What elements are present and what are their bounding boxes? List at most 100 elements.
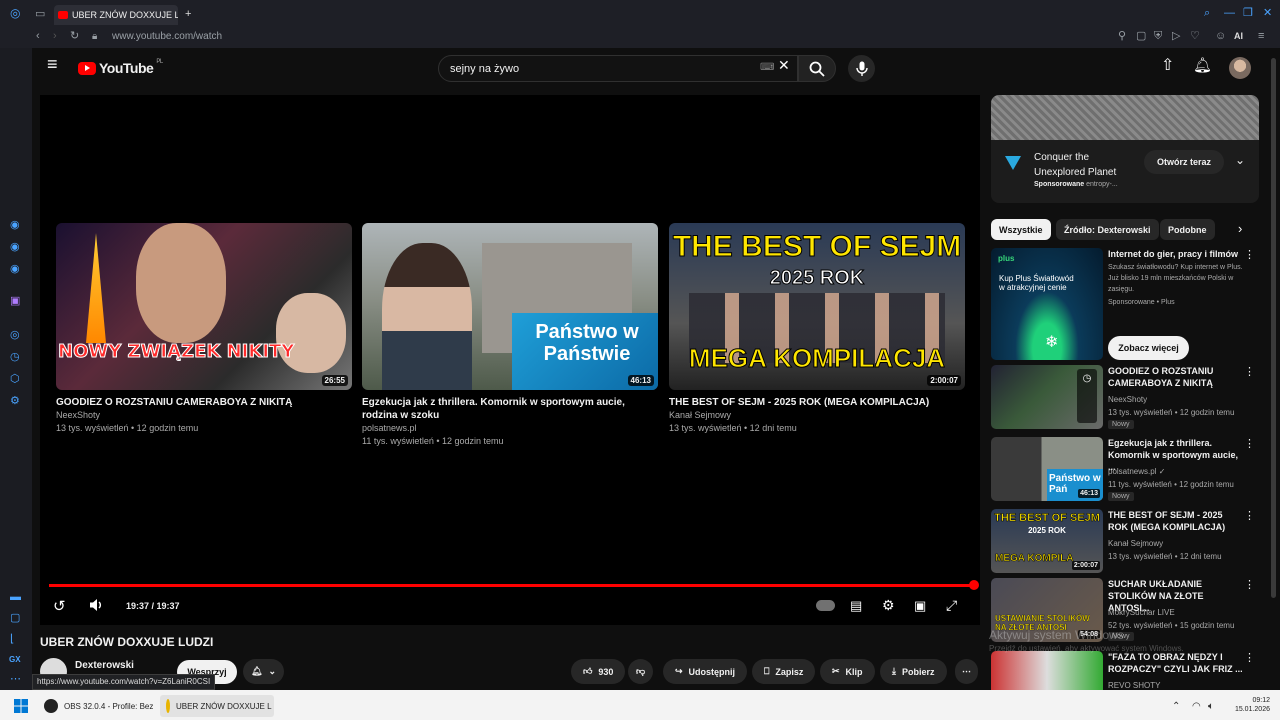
keyboard-icon[interactable]: ⌨ xyxy=(760,62,774,73)
snapshot-icon[interactable]: ▢ xyxy=(1136,31,1146,42)
more-vertical-icon[interactable]: ⋮ xyxy=(1244,248,1255,261)
progress-bar[interactable] xyxy=(49,584,975,587)
clip-button[interactable]: ✂ Klip xyxy=(820,659,875,684)
end-card-thumbnail[interactable]: Państwo w Państwie 46:13 xyxy=(362,223,658,390)
rec-thumbnail[interactable]: Państwo w Pań 46:13 xyxy=(991,437,1103,501)
rec-channel[interactable]: Kanał Sejmowy xyxy=(1108,537,1248,550)
search-icon[interactable]: ⌕ xyxy=(1204,8,1210,19)
rec-title[interactable]: GOODIEZ O ROZSTANIU CAMERABOYA Z NIKITĄ xyxy=(1108,365,1244,389)
user-avatar[interactable] xyxy=(1229,57,1251,79)
recommendation-item[interactable]: Państwo w Pań 46:13 Egzekucja jak z thri… xyxy=(991,437,1259,503)
reload-icon[interactable]: ↻ xyxy=(70,31,79,42)
start-button[interactable] xyxy=(8,695,34,717)
taskbar-clock[interactable]: 09:12 15.01.2026 xyxy=(1226,696,1270,714)
sidebar-box-icon[interactable]: ▢ xyxy=(10,613,20,624)
save-button[interactable]: ⎕ Zapisz xyxy=(752,659,816,684)
subtitles-icon[interactable]: ▤ xyxy=(850,598,862,614)
rec-thumbnail[interactable]: THE BEST OF SEJM 2025 ROK MEGA KOMPILA 2… xyxy=(991,509,1103,573)
end-card-2[interactable]: Państwo w Państwie 46:13 Egzekucja jak z… xyxy=(362,223,658,448)
tab-active[interactable]: UBER ZNÓW DOXXUJE LU xyxy=(54,5,178,25)
notification-bell-button[interactable]: 🔔︎ ⌄ xyxy=(243,659,284,684)
browser-logo-icon[interactable]: ◎ xyxy=(10,7,20,19)
more-actions-button[interactable]: ⋯ xyxy=(955,659,978,684)
search-input[interactable]: sejny na żywo xyxy=(438,55,798,82)
see-more-button[interactable]: Zobacz więcej xyxy=(1108,336,1189,360)
end-card-1[interactable]: NOWY ZWIĄZEK NIKITY 26:55 GOODIEZ O ROZS… xyxy=(56,223,352,435)
voice-search-button[interactable] xyxy=(848,55,875,82)
fullscreen-icon[interactable]: ⤢ xyxy=(946,597,957,614)
youtube-logo[interactable]: YouTube PL xyxy=(78,59,163,76)
channel-name[interactable]: Dexterowski xyxy=(75,660,134,671)
end-card-title[interactable]: THE BEST OF SEJM - 2025 ROK (MEGA KOMPIL… xyxy=(669,396,965,409)
chip-source[interactable]: Źródło: Dexterowski xyxy=(1056,219,1159,240)
heart-icon[interactable]: ♡ xyxy=(1190,31,1200,42)
workspaces-icon[interactable]: ▭ xyxy=(35,9,45,20)
play-icon[interactable]: ▷ xyxy=(1172,31,1180,42)
sidebar-history-icon[interactable]: ◷ xyxy=(10,352,20,363)
taskbar-obs[interactable]: OBS 32.0.4 - Profile: Bez xyxy=(38,695,159,717)
rec-title[interactable]: Internet do gier, pracy i filmów xyxy=(1108,248,1244,260)
rec-channel[interactable]: NeexShoty xyxy=(1108,393,1248,406)
more-vertical-icon[interactable]: ⋮ xyxy=(1244,578,1255,591)
sidebar-whatsapp-icon[interactable]: ◉ xyxy=(10,242,20,253)
sidebar-player-icon[interactable]: ◎ xyxy=(10,330,20,341)
rec-thumbnail[interactable]: plus Kup Plus Światłowód w atrakcyjnej c… xyxy=(991,248,1103,360)
more-vertical-icon[interactable]: ⋮ xyxy=(1244,509,1255,522)
rec-channel[interactable]: polsatnews.pl ✓ xyxy=(1108,465,1248,478)
ad-card[interactable]: Conquer the Unexplored Planet Sponsorowa… xyxy=(991,140,1259,203)
speaker-icon[interactable]: 🔈︎ xyxy=(1202,695,1220,717)
replay-icon[interactable]: ↺ xyxy=(53,597,66,615)
chip-similar[interactable]: Podobne xyxy=(1160,219,1215,240)
page-scrollbar[interactable] xyxy=(1271,58,1276,598)
rec-title[interactable]: "FAZA TO OBRAZ NĘDZY I ROZPACZY" CZYLI J… xyxy=(1108,651,1244,675)
end-card-title[interactable]: GOODIEZ O ROZSTANIU CAMERABOYA Z NIKITĄ xyxy=(56,396,352,409)
ad-cta-button[interactable]: Otwórz teraz xyxy=(1144,150,1224,174)
share-button[interactable]: ↪ Udostępnij xyxy=(663,659,748,684)
notifications-bell-icon[interactable]: 🔔︎ xyxy=(1193,58,1212,73)
clear-search-icon[interactable]: ✕ xyxy=(778,58,790,72)
more-vertical-icon[interactable]: ⋮ xyxy=(1244,437,1255,450)
more-vertical-icon[interactable]: ⋮ xyxy=(1244,365,1255,378)
watch-later-icon[interactable]: ◷ xyxy=(1077,369,1097,423)
sidebar-settings-icon[interactable]: ⚙ xyxy=(10,396,20,407)
upload-icon[interactable]: ⇧ xyxy=(1161,58,1174,74)
url-field[interactable]: www.youtube.com/watch xyxy=(112,31,222,42)
forward-icon[interactable]: › xyxy=(53,31,57,42)
rec-title[interactable]: THE BEST OF SEJM - 2025 ROK (MEGA KOMPIL… xyxy=(1108,509,1244,533)
end-card-channel[interactable]: Kanał Sejmowy xyxy=(669,409,965,422)
rec-channel[interactable]: REVO SHOTY xyxy=(1108,679,1248,690)
chip-all[interactable]: Wszystkie xyxy=(991,219,1051,240)
rec-thumbnail[interactable]: ◷ xyxy=(991,365,1103,429)
rec-thumbnail[interactable] xyxy=(991,651,1103,690)
settings-gear-icon[interactable]: ⚙ xyxy=(882,597,895,614)
maximize-icon[interactable]: ❐ xyxy=(1243,8,1253,19)
pin-icon[interactable]: ⚲ xyxy=(1118,31,1126,42)
minimize-icon[interactable]: — xyxy=(1224,8,1235,19)
back-icon[interactable]: ‹ xyxy=(36,31,40,42)
sidebar-telegram-icon[interactable]: ◉ xyxy=(10,264,20,275)
sidebar-wallet-icon[interactable]: ▬ xyxy=(10,592,21,603)
like-button[interactable]: 👍︎ 930 xyxy=(571,659,626,684)
end-card-channel[interactable]: polsatnews.pl xyxy=(362,422,658,435)
search-button[interactable] xyxy=(798,55,836,82)
ad-title[interactable]: Conquer the Unexplored Planet xyxy=(1034,150,1129,180)
sidebar-layout-icon[interactable]: ⌊ xyxy=(10,634,14,645)
end-card-channel[interactable]: NeexShoty xyxy=(56,409,352,422)
sidebar-twitch-icon[interactable]: ▣ xyxy=(10,296,20,307)
tray-chevron-icon[interactable]: ⌃ xyxy=(1166,695,1186,717)
taskbar-browser[interactable]: UBER ZNÓW DOXXUJE L xyxy=(160,695,274,717)
shield-icon[interactable]: ⛨ xyxy=(1154,31,1162,42)
end-card-title[interactable]: Egzekucja jak z thrillera. Komornik w sp… xyxy=(362,396,658,422)
sidebar-cube-icon[interactable]: ⬡ xyxy=(10,374,20,385)
sidebar-more-icon[interactable]: ⋯ xyxy=(10,674,21,685)
dislike-button[interactable]: 👎︎ xyxy=(628,659,654,684)
miniplayer-icon[interactable]: ▣ xyxy=(914,598,926,614)
ad-banner-image[interactable] xyxy=(991,95,1259,140)
end-card-3[interactable]: THE BEST OF SEJM 2025 ROK MEGA KOMPILACJ… xyxy=(669,223,965,435)
autoplay-toggle[interactable] xyxy=(816,600,835,611)
ai-button[interactable]: AI xyxy=(1234,31,1243,42)
new-tab-icon[interactable]: + xyxy=(185,9,191,20)
recommendation-item[interactable]: THE BEST OF SEJM 2025 ROK MEGA KOMPILA 2… xyxy=(991,509,1259,575)
end-card-thumbnail[interactable]: NOWY ZWIĄZEK NIKITY 26:55 xyxy=(56,223,352,390)
volume-button[interactable] xyxy=(89,598,104,615)
